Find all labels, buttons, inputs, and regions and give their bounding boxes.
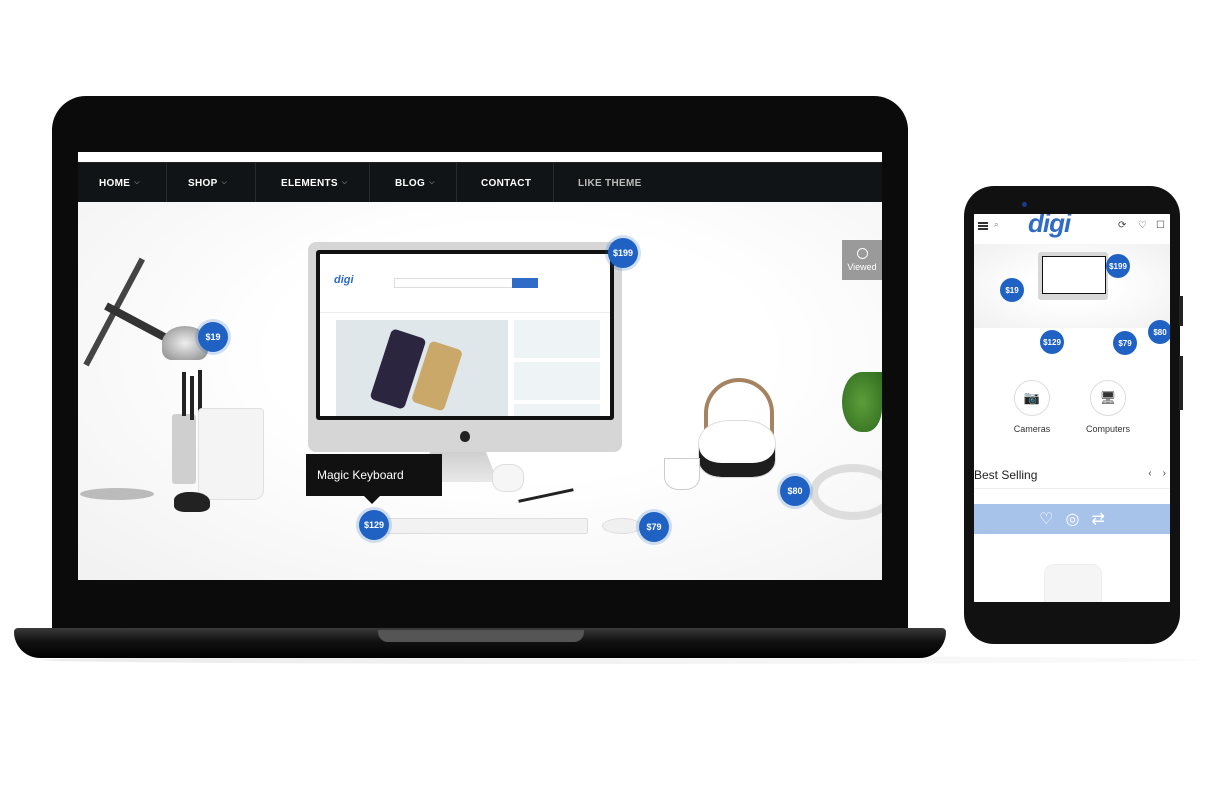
device-shadow bbox=[40, 656, 1200, 664]
nav-item-home[interactable]: HOME ⌵ bbox=[78, 163, 167, 203]
mouse-image bbox=[602, 518, 642, 534]
keyboard-image bbox=[386, 518, 588, 534]
price-hotspot-mouse[interactable]: $79 bbox=[1113, 331, 1137, 355]
price-hotspot-monitor[interactable]: $199 bbox=[1106, 254, 1130, 278]
site-logo[interactable]: digi bbox=[1028, 214, 1071, 239]
recently-viewed-button[interactable]: Viewed bbox=[842, 240, 882, 280]
product-action-bar: ♡ ◎ ⇄ bbox=[974, 504, 1170, 534]
category-cameras[interactable]: 📷 Cameras bbox=[1002, 380, 1062, 434]
section-header: Best Selling ‹ › bbox=[974, 468, 1170, 489]
phone-header: ⌕ digi ⟳ ♡ ☐ bbox=[974, 214, 1170, 240]
chevron-left-icon[interactable]: ‹ bbox=[1148, 468, 1151, 479]
price-hotspot-headphones[interactable]: $80 bbox=[1148, 320, 1170, 344]
headphones-image bbox=[810, 464, 882, 520]
panda-figurine-image bbox=[174, 492, 210, 512]
pen-holder-image bbox=[198, 408, 264, 500]
mini-site-preview: digi bbox=[320, 254, 610, 416]
hero-banner: digi $199 $19 $129 $79 $80 Magic Keyboar… bbox=[78, 202, 882, 580]
section-title: Best Selling bbox=[974, 468, 1038, 482]
price-hotspot-lamp[interactable]: $19 bbox=[1000, 278, 1024, 302]
monitor-image: digi bbox=[308, 242, 622, 452]
heart-icon[interactable]: ♡ bbox=[1039, 509, 1053, 529]
eye-icon[interactable]: ◎ bbox=[1065, 509, 1079, 529]
nav-item-blog[interactable]: BLOG ⌵ bbox=[370, 163, 457, 203]
pens-image bbox=[182, 372, 186, 416]
mini-logo: digi bbox=[334, 274, 354, 286]
clock-icon bbox=[856, 248, 868, 259]
pen-image bbox=[518, 488, 574, 503]
carousel-arrows[interactable]: ‹ › bbox=[1148, 468, 1166, 479]
monitor-icon: 🖥 bbox=[1090, 380, 1126, 416]
chevron-down-icon: ⌵ bbox=[221, 179, 228, 186]
laptop-screen: HOME ⌵ SHOP ⌵ ELEMENTS ⌵ BLOG ⌵ CONTACT LIKE… bbox=[78, 152, 882, 580]
chevron-down-icon: ⌵ bbox=[134, 179, 140, 186]
teacup-image bbox=[664, 458, 700, 490]
search-icon[interactable]: ⌕ bbox=[994, 220, 998, 230]
price-hotspot-keyboard[interactable]: $129 bbox=[359, 510, 389, 540]
product-image[interactable] bbox=[1044, 564, 1102, 602]
phone-camera bbox=[1022, 202, 1027, 207]
cup-image bbox=[172, 414, 196, 484]
crumpled-paper-image bbox=[492, 464, 524, 492]
category-computers[interactable]: 🖥 Computers bbox=[1078, 380, 1138, 434]
phone-side-button bbox=[1179, 356, 1183, 410]
phone-screen: ⌕ digi ⟳ ♡ ☐ $199 $19 $129 $79 $80 📷 Cam… bbox=[974, 214, 1170, 602]
main-nav: HOME ⌵ SHOP ⌵ ELEMENTS ⌵ BLOG ⌵ CONTACT LIKE… bbox=[78, 162, 882, 203]
nav-item-shop[interactable]: SHOP ⌵ bbox=[167, 163, 256, 203]
hamburger-menu-icon[interactable] bbox=[978, 222, 988, 224]
price-hotspot-headphones[interactable]: $80 bbox=[780, 476, 810, 506]
product-tooltip: Magic Keyboard bbox=[306, 454, 442, 504]
laptop-notch bbox=[378, 630, 584, 642]
cart-icon[interactable]: ☐ bbox=[1156, 220, 1165, 231]
compare-icon[interactable]: ⇄ bbox=[1091, 509, 1104, 529]
price-hotspot-mouse[interactable]: $79 bbox=[639, 512, 669, 542]
price-hotspot-monitor[interactable]: $199 bbox=[608, 238, 638, 268]
camera-icon: 📷 bbox=[1014, 380, 1050, 416]
compare-icon[interactable]: ⟳ bbox=[1118, 220, 1126, 231]
nav-item-like-theme[interactable]: LIKE THEME bbox=[554, 163, 674, 203]
nav-item-contact[interactable]: CONTACT bbox=[457, 163, 554, 203]
chevron-right-icon[interactable]: › bbox=[1163, 468, 1166, 479]
plant-image bbox=[842, 372, 882, 432]
price-hotspot-lamp[interactable]: $19 bbox=[198, 322, 228, 352]
phone-side-button bbox=[1179, 296, 1183, 326]
nav-item-elements[interactable]: ELEMENTS ⌵ bbox=[256, 163, 370, 203]
monitor-screen-image bbox=[1042, 256, 1106, 294]
heart-icon[interactable]: ♡ bbox=[1138, 220, 1147, 231]
chevron-down-icon: ⌵ bbox=[429, 179, 435, 186]
chevron-down-icon: ⌵ bbox=[341, 179, 348, 186]
lamp-base-image bbox=[80, 488, 154, 500]
price-hotspot-keyboard[interactable]: $129 bbox=[1040, 330, 1064, 354]
teapot-image bbox=[698, 420, 776, 478]
apple-logo-icon bbox=[460, 431, 470, 442]
